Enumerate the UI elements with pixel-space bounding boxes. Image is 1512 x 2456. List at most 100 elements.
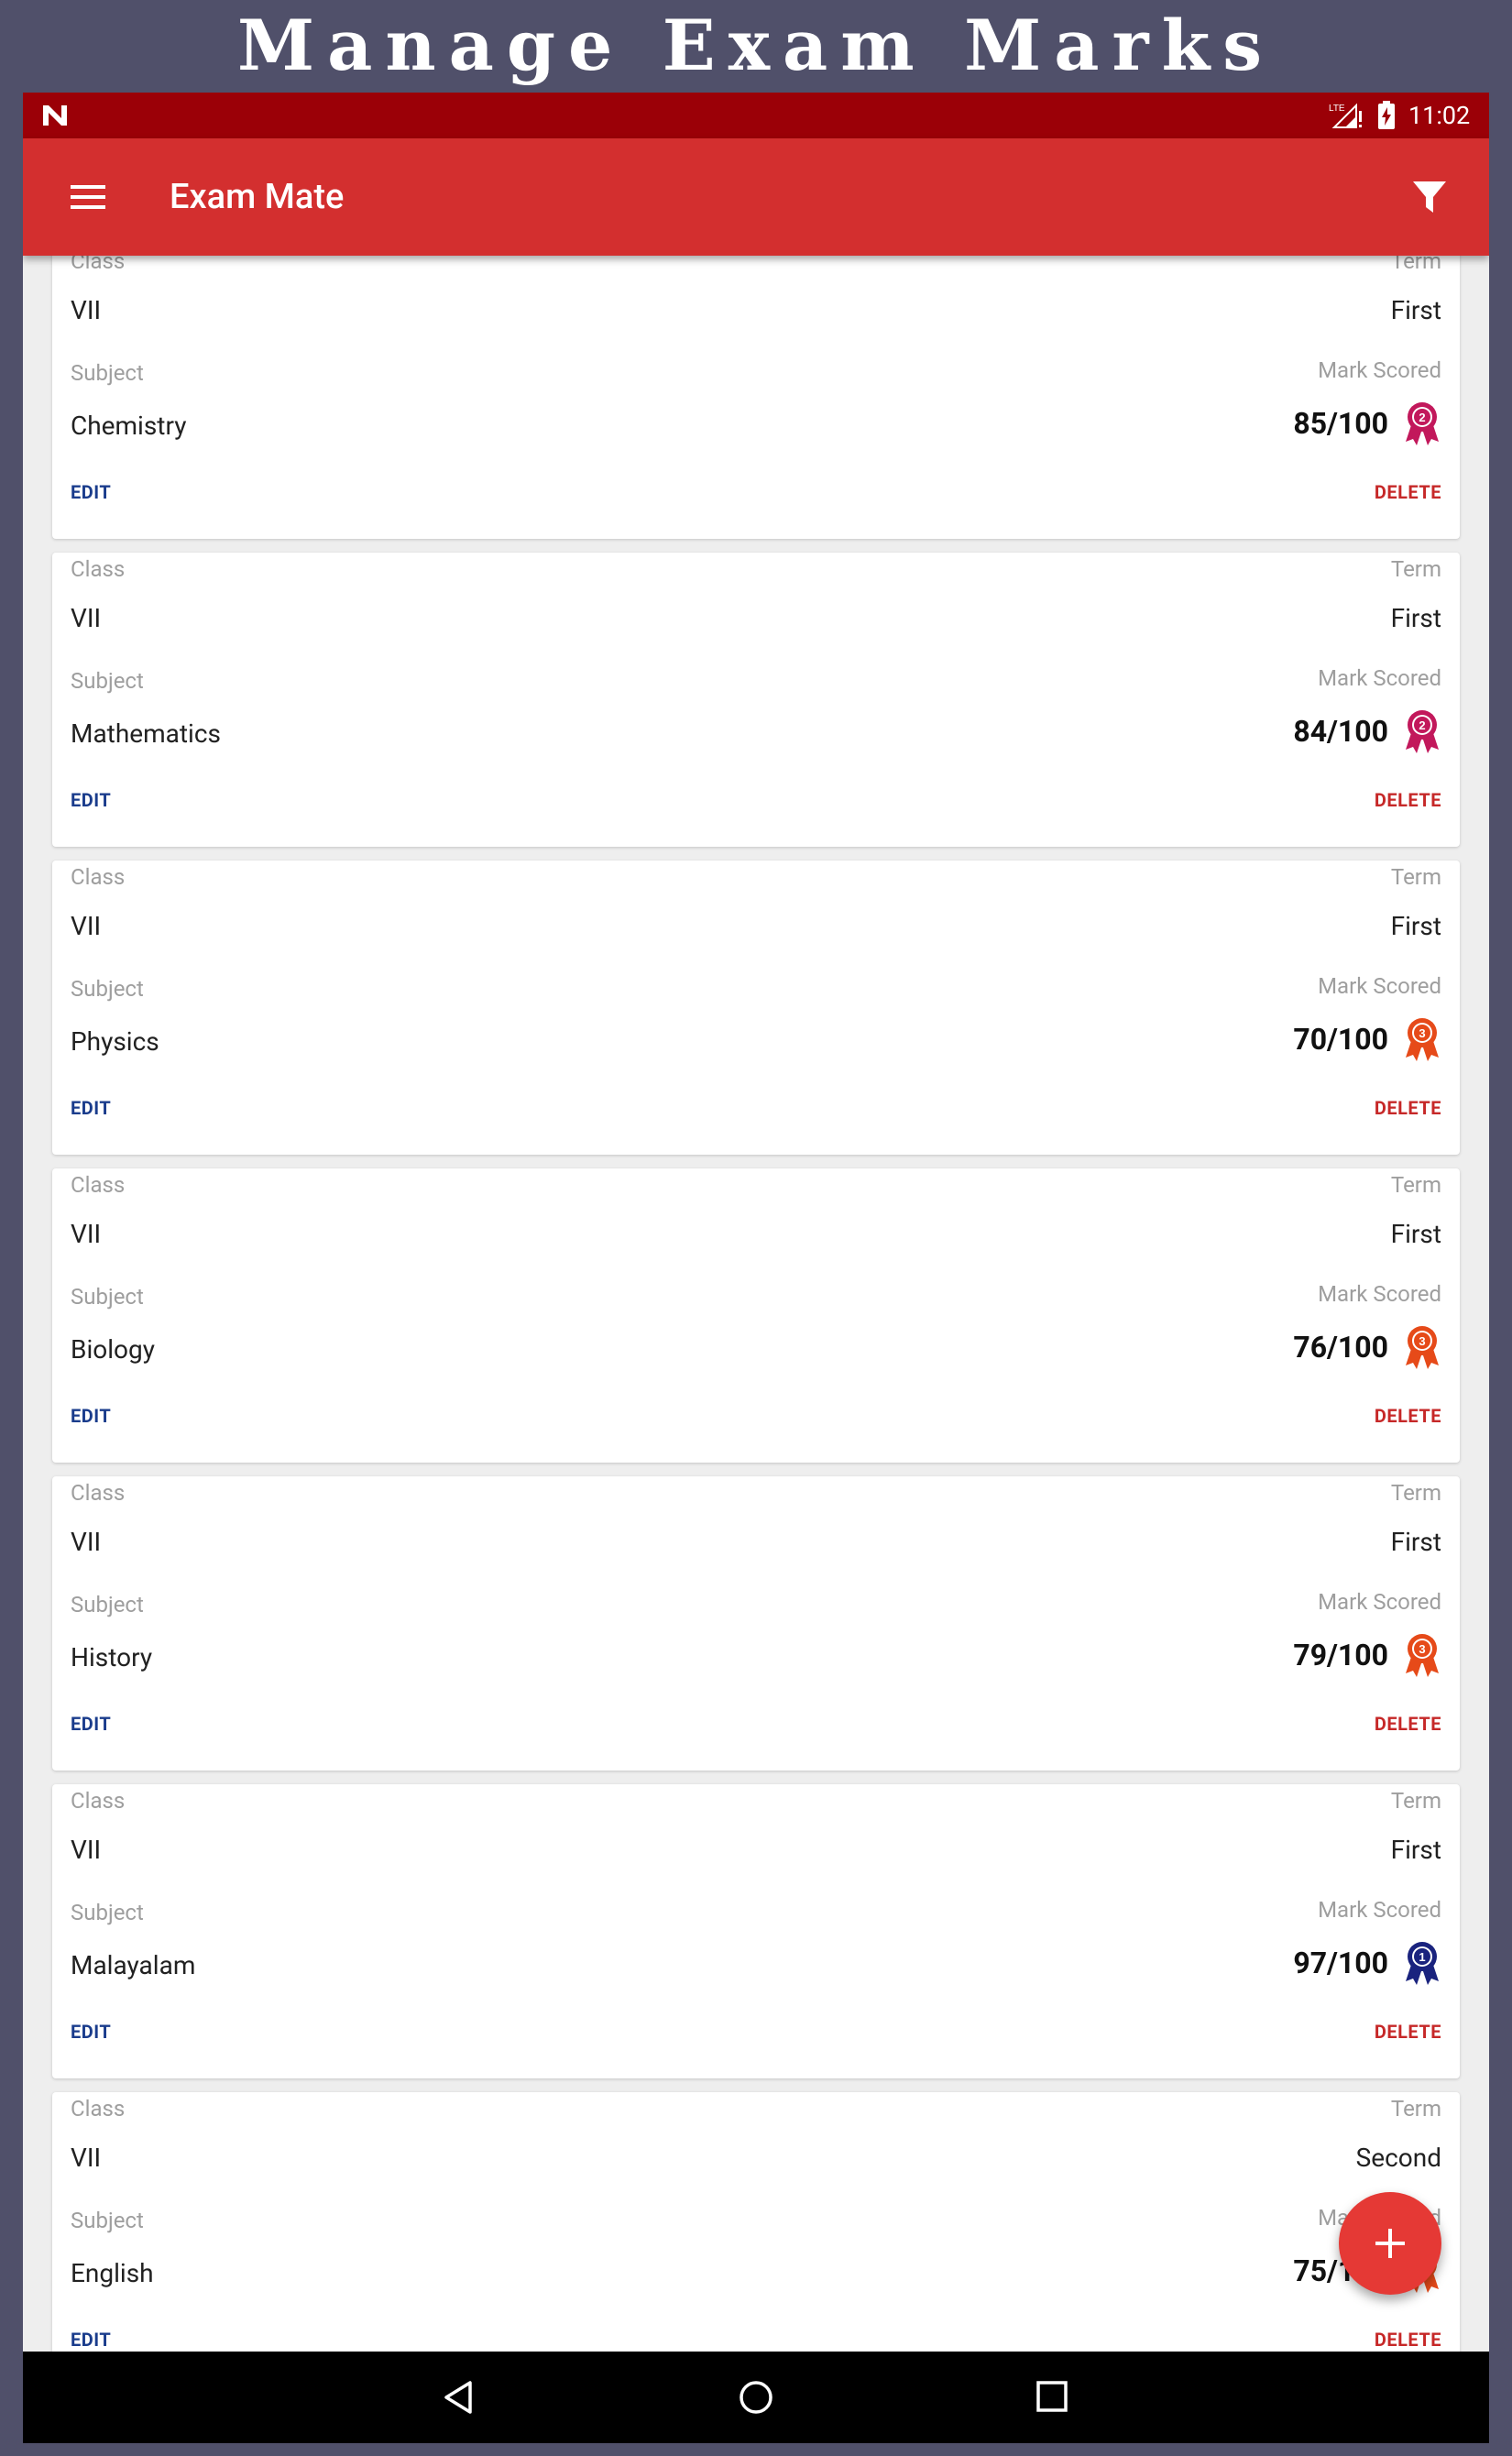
rosette-3-icon: 3 [1406,1018,1439,1061]
class-label: Class [71,864,126,890]
edit-button[interactable]: EDIT [71,2329,111,2351]
subject-value: Mathematics [71,718,221,749]
term-value: First [1390,1835,1441,1865]
svg-text:3: 3 [1419,1334,1425,1348]
class-label: Class [71,256,126,274]
filter-icon[interactable] [1411,179,1448,215]
term-value: Second [1355,2143,1441,2173]
delete-button[interactable]: DELETE [1375,481,1441,503]
delete-button[interactable]: DELETE [1375,789,1441,811]
rosette-2-icon: 2 [1406,402,1439,445]
subject-label: Subject [71,668,144,694]
subject-value: Physics [71,1026,159,1057]
subject-label: Subject [71,1592,144,1617]
svg-text:3: 3 [1419,1026,1425,1040]
delete-button[interactable]: DELETE [1375,1097,1441,1119]
svg-text:1: 1 [1419,1950,1425,1964]
class-value: VII [71,603,102,633]
marks-list[interactable]: Class Term VII First Subject Mark Scored… [23,256,1489,2414]
lte-signal-icon: LTE [1329,103,1362,128]
add-mark-button[interactable] [1339,2192,1441,2295]
system-nav-bar [23,2352,1489,2443]
delete-button[interactable]: DELETE [1375,1713,1441,1735]
subject-label: Subject [71,1284,144,1310]
subject-label: Subject [71,976,144,1002]
edit-button[interactable]: EDIT [71,481,111,503]
term-label: Term [1390,256,1441,274]
subject-value: English [71,2258,154,2288]
rosette-3-icon: 3 [1406,1634,1439,1677]
mark-card[interactable]: Class Term VII First Subject Mark Scored… [52,1168,1460,1463]
class-value: VII [71,2143,102,2173]
mark-card[interactable]: Class Term VII First Subject Mark Scored… [52,861,1460,1155]
edit-button[interactable]: EDIT [71,1097,111,1119]
subject-label: Subject [71,360,144,386]
svg-text:3: 3 [1419,1642,1425,1656]
term-label: Term [1390,1788,1441,1814]
term-value: First [1390,603,1441,633]
mark-scored-label: Mark Scored [1318,357,1441,383]
edit-button[interactable]: EDIT [71,1713,111,1735]
mark-card[interactable]: Class Term VII First Subject Mark Scored… [52,256,1460,539]
notification-n-icon [43,105,67,126]
mark-value: 97/100 [1293,1946,1388,1980]
mark-value: 76/100 [1293,1330,1388,1365]
term-label: Term [1390,2096,1441,2122]
svg-text:LTE: LTE [1329,104,1345,114]
battery-charging-icon [1378,101,1395,129]
edit-button[interactable]: EDIT [71,1405,111,1427]
class-label: Class [71,556,126,582]
class-label: Class [71,1480,126,1506]
subject-value: Malayalam [71,1950,196,1980]
plus-icon [1375,2229,1405,2258]
edit-button[interactable]: EDIT [71,2021,111,2043]
term-value: First [1390,911,1441,941]
delete-button[interactable]: DELETE [1375,2021,1441,2043]
app-title: Exam Mate [170,177,345,217]
recents-icon[interactable] [1035,2380,1068,2413]
class-label: Class [71,1172,126,1198]
class-value: VII [71,1835,102,1865]
promo-title: Manage Exam Marks [236,5,1276,86]
back-icon[interactable] [441,2379,477,2416]
svg-text:2: 2 [1419,411,1425,424]
mark-scored-label: Mark Scored [1318,1589,1441,1615]
mark-card[interactable]: Class Term VII First Subject Mark Scored… [52,1476,1460,1771]
rosette-3-icon: 3 [1406,1326,1439,1369]
class-label: Class [71,2096,126,2122]
subject-value: Biology [71,1334,155,1365]
rosette-2-icon: 2 [1406,710,1439,753]
subject-value: Chemistry [71,411,187,441]
menu-icon[interactable] [69,178,107,216]
status-clock: 11:02 [1408,101,1471,130]
term-label: Term [1390,1172,1441,1198]
mark-value: 70/100 [1293,1022,1388,1057]
mark-card[interactable]: Class Term VII First Subject Mark Scored… [52,1784,1460,2078]
class-label: Class [71,1788,126,1814]
mark-card[interactable]: Class Term VII First Subject Mark Scored… [52,553,1460,847]
term-label: Term [1390,1480,1441,1506]
rosette-1-icon: 1 [1406,1942,1439,1985]
class-value: VII [71,1527,102,1557]
home-icon[interactable] [738,2379,774,2416]
term-value: First [1390,295,1441,325]
mark-scored-label: Mark Scored [1318,1897,1441,1923]
mark-scored-label: Mark Scored [1318,1281,1441,1307]
svg-text:2: 2 [1419,718,1425,732]
edit-button[interactable]: EDIT [71,789,111,811]
term-label: Term [1390,864,1441,890]
mark-scored-label: Mark Scored [1318,973,1441,999]
mark-value: 84/100 [1293,714,1388,749]
class-value: VII [71,295,102,325]
term-value: First [1390,1219,1441,1249]
term-value: First [1390,1527,1441,1557]
mark-value: 79/100 [1293,1638,1388,1672]
delete-button[interactable]: DELETE [1375,2329,1441,2351]
class-value: VII [71,911,102,941]
subject-value: History [71,1642,153,1672]
subject-label: Subject [71,2208,144,2233]
mark-scored-label: Mark Scored [1318,665,1441,691]
app-bar: Exam Mate [23,138,1489,256]
delete-button[interactable]: DELETE [1375,1405,1441,1427]
mark-card[interactable]: Class Term VII Second Subject Mark Score… [52,2092,1460,2386]
